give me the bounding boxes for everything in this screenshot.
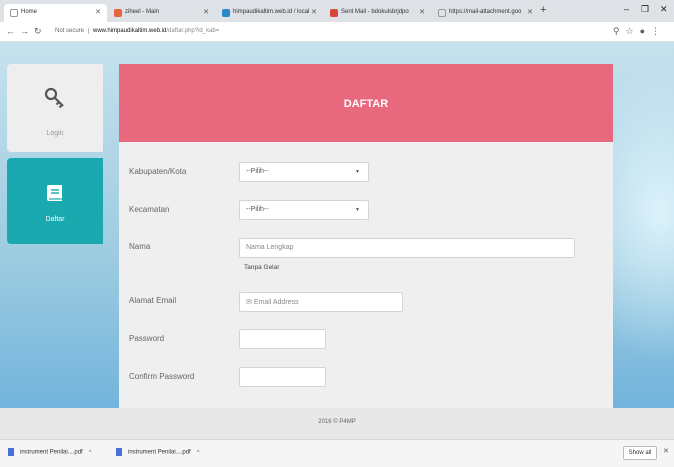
- close-icon[interactable]: ✕: [95, 8, 101, 16]
- sidebar-item-daftar[interactable]: Daftar: [7, 158, 103, 244]
- footer-copyright: 2016 © P4MP: [318, 419, 356, 425]
- browser-tab-2[interactable]: ziheel - Main ✕: [108, 4, 215, 22]
- password-input[interactable]: [239, 329, 326, 349]
- chevron-down-icon: ▼: [355, 207, 360, 213]
- browser-tab-home[interactable]: Home ✕: [4, 4, 107, 22]
- page-icon: [10, 9, 18, 17]
- mail-icon: [330, 9, 338, 17]
- book-icon: [47, 185, 62, 201]
- bookmark-star-icon[interactable]: ☆: [625, 26, 639, 36]
- nama-label: Nama: [129, 242, 151, 251]
- browser-tab-5[interactable]: https://mail-attachment.goo ✕: [432, 4, 539, 22]
- kecamatan-label: Kecamatan: [129, 205, 170, 214]
- sidebar-item-label: Daftar: [45, 216, 65, 223]
- page-icon: [438, 9, 446, 17]
- download-item[interactable]: instrument Penilai....pdf ^: [116, 448, 200, 456]
- confirm-password-input[interactable]: [239, 367, 326, 387]
- not-secure-label: Not secure: [55, 28, 90, 34]
- reload-icon[interactable]: ↻: [34, 26, 42, 37]
- key-icon: [44, 87, 64, 109]
- close-icon[interactable]: ✕: [419, 8, 425, 16]
- kecamatan-select[interactable]: --Pilih-- ▼: [239, 200, 369, 220]
- tab-title: Sent Mail - bdokulsbrjdpo: [341, 9, 409, 15]
- email-placeholder: Email Address: [253, 299, 299, 306]
- browser-tab-bar: Home ✕ ziheel - Main ✕ himpaudikaltim.we…: [0, 0, 674, 22]
- window-close-icon[interactable]: ✕: [660, 4, 668, 15]
- card-header: DAFTAR: [119, 64, 613, 142]
- tab-title: ziheel - Main: [125, 9, 160, 15]
- password-label: Password: [129, 334, 165, 343]
- forward-icon[interactable]: →: [20, 26, 29, 36]
- url-field[interactable]: Not secure www.himpaudikaltim.web.id/daft…: [55, 28, 219, 34]
- close-icon[interactable]: ✕: [663, 447, 669, 455]
- menu-icon[interactable]: ⋮: [651, 26, 666, 36]
- sidebar-item-label: Login: [46, 130, 64, 137]
- kabupaten-select-value: --Pilih--: [246, 168, 269, 175]
- minimize-icon[interactable]: –: [624, 4, 629, 14]
- nama-hint: Tanpa Gelar: [244, 264, 280, 271]
- chevron-up-icon[interactable]: ^: [197, 450, 200, 456]
- kabupaten-label: Kabupaten/Kota: [129, 167, 187, 176]
- url-host: www.himpaudikaltim.web.id: [93, 28, 167, 34]
- extension-icon[interactable]: ●: [640, 26, 651, 36]
- downloads-bar: instrument Penilai....pdf ^ instrument Pe…: [0, 439, 674, 467]
- email-label: Alamat Email: [129, 296, 177, 305]
- sidebar-item-login[interactable]: Login: [7, 64, 103, 152]
- email-input[interactable]: ✉ Email Address: [239, 292, 403, 312]
- tab-title: Home: [21, 9, 38, 15]
- page-footer: 2016 © P4MP: [0, 408, 674, 439]
- kecamatan-select-value: --Pilih--: [246, 206, 269, 213]
- chevron-down-icon: ▼: [355, 169, 360, 175]
- site-icon: [114, 9, 122, 17]
- close-icon[interactable]: ✕: [203, 8, 209, 16]
- download-filename: instrument Penilai....pdf: [128, 449, 191, 456]
- url-path: /daftar.php?id_kab=: [166, 28, 220, 34]
- tab-title: https://mail-attachment.goo: [449, 9, 522, 15]
- chevron-up-icon[interactable]: ^: [89, 450, 92, 456]
- page-content: Login Daftar DAFTAR Kabupaten/Kota --Pil…: [0, 42, 674, 439]
- address-bar-actions: ⚲☆●⋮: [613, 26, 666, 37]
- page-title: DAFTAR: [343, 98, 389, 110]
- show-all-button[interactable]: Show all: [623, 446, 657, 460]
- browser-tab-4[interactable]: Sent Mail - bdokulsbrjdpo ✕: [324, 4, 431, 22]
- confirm-password-label: Confirm Password: [129, 372, 195, 381]
- address-bar: ← → ↻ Not secure www.himpaudikaltim.web.i…: [0, 22, 674, 42]
- nama-placeholder: Nama Lengkap: [246, 244, 294, 251]
- browser-tab-3[interactable]: himpaudikaltim.web.id / local ✕: [216, 4, 323, 22]
- file-icon: [8, 448, 14, 456]
- maximize-icon[interactable]: ❐: [641, 4, 649, 15]
- registration-card: DAFTAR Kabupaten/Kota --Pilih-- ▼ Kecama…: [119, 64, 613, 408]
- nama-input[interactable]: Nama Lengkap: [239, 238, 575, 258]
- close-icon[interactable]: ✕: [311, 8, 317, 16]
- zoom-icon[interactable]: ⚲: [613, 26, 626, 36]
- site-icon: [222, 9, 230, 17]
- download-item[interactable]: instrument Penilai....pdf ^: [8, 448, 92, 456]
- envelope-icon: ✉: [246, 299, 254, 306]
- kabupaten-select[interactable]: --Pilih-- ▼: [239, 162, 369, 182]
- back-icon[interactable]: ←: [6, 26, 15, 36]
- tab-title: himpaudikaltim.web.id / local: [233, 9, 310, 15]
- file-icon: [116, 448, 122, 456]
- new-tab-icon[interactable]: +: [540, 4, 546, 16]
- close-icon[interactable]: ✕: [527, 8, 533, 16]
- download-filename: instrument Penilai....pdf: [20, 449, 83, 456]
